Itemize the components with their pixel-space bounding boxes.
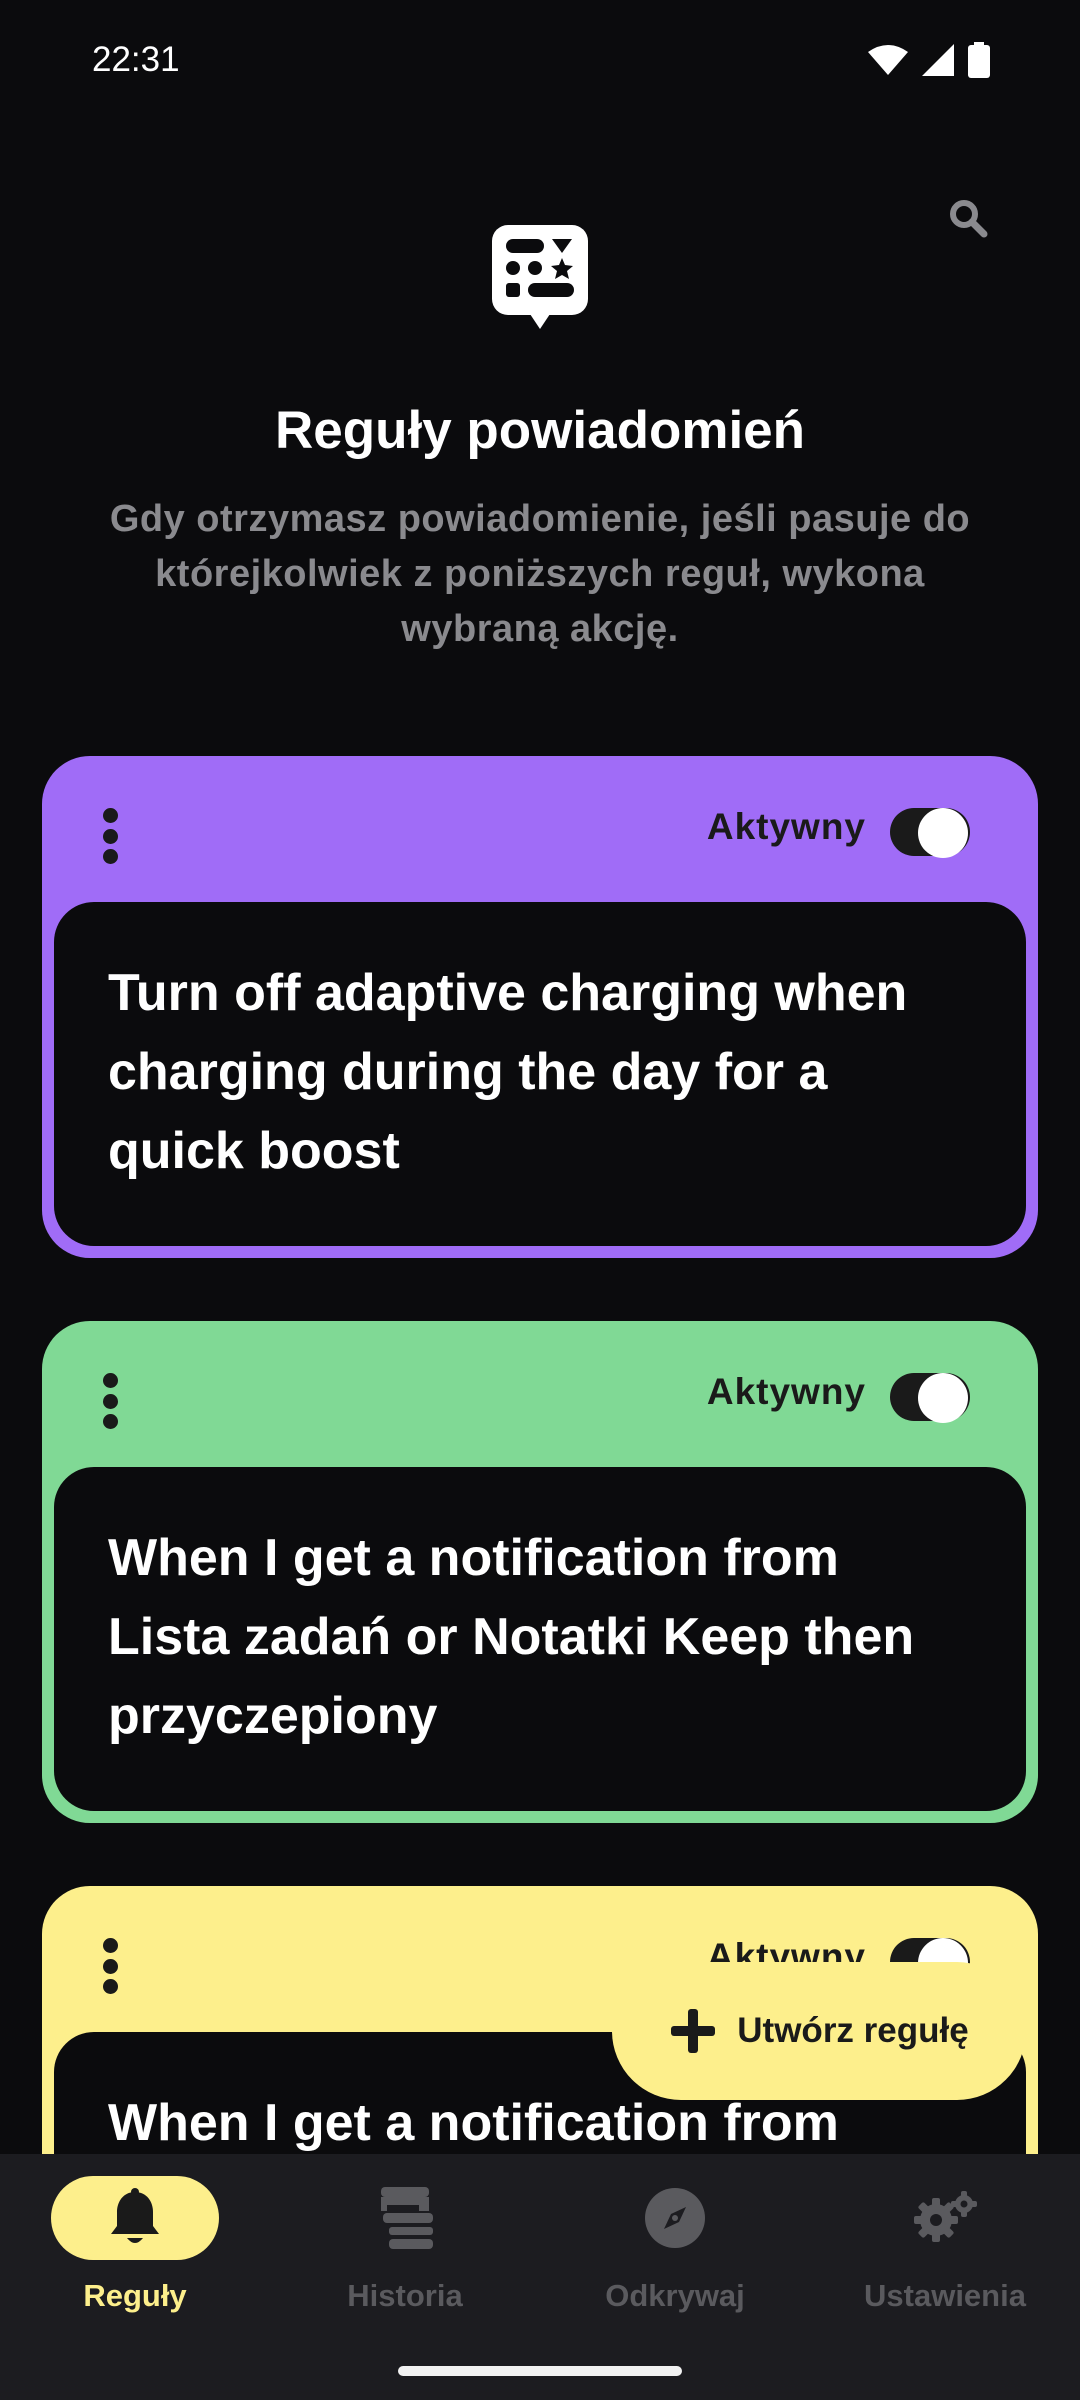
rule-card[interactable]: Aktywny When I get a notification from L… (42, 1321, 1038, 1823)
nav-label: Ustawienia (864, 2278, 1026, 2313)
bell-icon (111, 2188, 159, 2243)
plus-icon (671, 2009, 716, 2053)
rule-status-label: Aktywny (706, 806, 866, 847)
compass-icon (645, 2188, 705, 2248)
status-icons (868, 42, 990, 78)
nav-item-discover[interactable]: Odkrywaj (540, 2176, 810, 2314)
status-time: 22:31 (92, 40, 180, 79)
nav-label: Reguły (83, 2278, 187, 2313)
rule-active-toggle[interactable] (890, 808, 970, 858)
nav-item-history[interactable]: Historia (270, 2176, 540, 2314)
nav-label: Historia (347, 2278, 463, 2313)
nav-item-settings[interactable]: Ustawienia (810, 2176, 1080, 2314)
battery-icon (968, 42, 990, 78)
rule-text: Turn off adaptive charging when charging… (108, 964, 908, 1180)
search-icon (950, 200, 988, 238)
page-title: Reguły powiadomień (274, 401, 806, 460)
rule-text: When I get a notification from Lista zad… (108, 1529, 915, 1745)
page-description: Gdy otrzymasz powiadomienie, jeśli pasuj… (109, 498, 971, 650)
search-button[interactable] (940, 190, 996, 246)
create-rule-button[interactable]: Utwórz regułę (612, 1962, 1026, 2100)
more-options-icon[interactable] (100, 808, 120, 864)
bottom-navigation: Reguły Historia Odkrywaj Ustawienia (0, 2154, 1080, 2400)
nav-label: Odkrywaj (605, 2278, 745, 2313)
create-rule-label: Utwórz regułę (737, 2011, 969, 2050)
more-options-icon[interactable] (100, 1373, 120, 1429)
rule-card[interactable]: Aktywny Turn off adaptive charging when … (42, 756, 1038, 1258)
nav-item-rules[interactable]: Reguły (0, 2176, 270, 2314)
wifi-icon (868, 45, 908, 75)
signal-icon (922, 44, 954, 76)
gears-icon (914, 2191, 977, 2242)
home-indicator[interactable] (398, 2366, 682, 2376)
more-options-icon[interactable] (100, 1938, 120, 1994)
rule-active-toggle[interactable] (890, 1373, 970, 1423)
history-icon (381, 2187, 433, 2249)
status-bar: 22:31 (0, 0, 1080, 120)
app-logo-icon (492, 225, 588, 335)
rule-status-label: Aktywny (706, 1371, 866, 1412)
